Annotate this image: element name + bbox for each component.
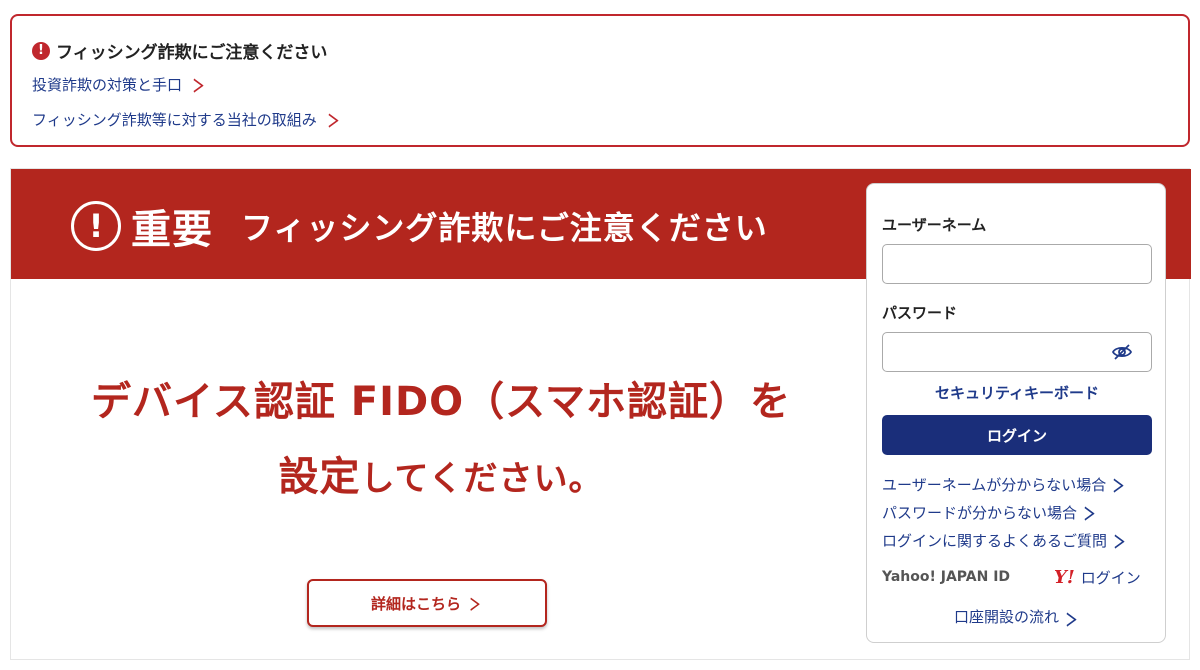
fido-message-line2-a: 設定 <box>278 454 361 500</box>
security-keyboard-link[interactable]: セキュリティキーボード <box>867 382 1167 403</box>
forgot-username-link[interactable]: ユーザーネームが分からない場合 ＞ <box>882 472 1127 497</box>
account-opening-flow-label: 口座開設の流れ <box>953 608 1059 626</box>
details-button-label: 詳細はこちら <box>370 594 461 613</box>
yahoo-logo-icon: Y! <box>1054 567 1075 588</box>
fido-message-line2: 設定してください。 <box>11 444 871 502</box>
login-faq-link[interactable]: ログインに関するよくあるご質問 ＞ <box>882 528 1128 553</box>
phishing-measures-link[interactable]: フィッシング詐欺等に対する当社の取組み ＞ <box>32 107 342 132</box>
forgot-password-label: パスワードが分からない場合 <box>882 504 1078 522</box>
yahoo-id-label: Yahoo! JAPAN ID <box>882 569 1011 585</box>
investment-fraud-link-label: 投資詐欺の対策と手口 <box>32 76 183 94</box>
forgot-password-link[interactable]: パスワードが分からない場合 ＞ <box>882 500 1098 525</box>
chevron-right-icon: ＞ <box>1065 611 1078 631</box>
details-button[interactable]: 詳細はこちら ＞ <box>307 579 547 627</box>
account-opening-flow-link[interactable]: 口座開設の流れ ＞ <box>867 606 1167 631</box>
username-label: ユーザーネーム <box>882 216 987 234</box>
alert-title-text: フィッシング詐欺にご注意ください <box>56 43 328 63</box>
chevron-right-icon: ＞ <box>1113 533 1126 553</box>
banner-headline-text: フィッシング詐欺にご注意ください <box>241 209 768 247</box>
chevron-right-icon: ＞ <box>1083 505 1096 525</box>
exclaim-circle-icon: ! <box>71 201 121 251</box>
password-label: パスワード <box>882 304 958 322</box>
investment-fraud-link[interactable]: 投資詐欺の対策と手口 ＞ <box>32 72 207 97</box>
login-button[interactable]: ログイン <box>882 415 1152 455</box>
fido-message-line1: デバイス認証 FIDO（スマホ認証）を <box>91 379 791 425</box>
yahoo-login-label: ログイン <box>1080 569 1141 587</box>
login-faq-label: ログインに関するよくあるご質問 <box>882 532 1108 550</box>
chevron-right-icon: ＞ <box>1112 477 1125 497</box>
chevron-right-icon: ＞ <box>192 77 205 97</box>
phishing-measures-link-label: フィッシング詐欺等に対する当社の取組み <box>32 111 317 129</box>
important-label: 重要 <box>131 207 213 253</box>
banner-headline: ! 重要 フィッシング詐欺にご注意ください <box>71 197 768 255</box>
phishing-alert-box: ! フィッシング詐欺にご注意ください 投資詐欺の対策と手口 ＞ フィッシング詐欺… <box>10 14 1190 147</box>
yahoo-login-link[interactable]: Y! ログイン <box>1054 567 1141 588</box>
chevron-right-icon: ＞ <box>327 112 340 132</box>
alert-icon: ! <box>32 41 50 60</box>
eye-slash-icon[interactable] <box>1111 342 1133 362</box>
login-panel: ユーザーネーム パスワード セキュリティキーボード ログイン ユーザーネームが分… <box>866 183 1166 643</box>
alert-title: ! フィッシング詐欺にご注意ください <box>32 38 327 63</box>
chevron-right-icon: ＞ <box>469 595 481 614</box>
fido-message-line2-b: してください。 <box>360 459 604 499</box>
forgot-username-label: ユーザーネームが分からない場合 <box>882 476 1107 494</box>
username-input[interactable] <box>882 244 1152 284</box>
